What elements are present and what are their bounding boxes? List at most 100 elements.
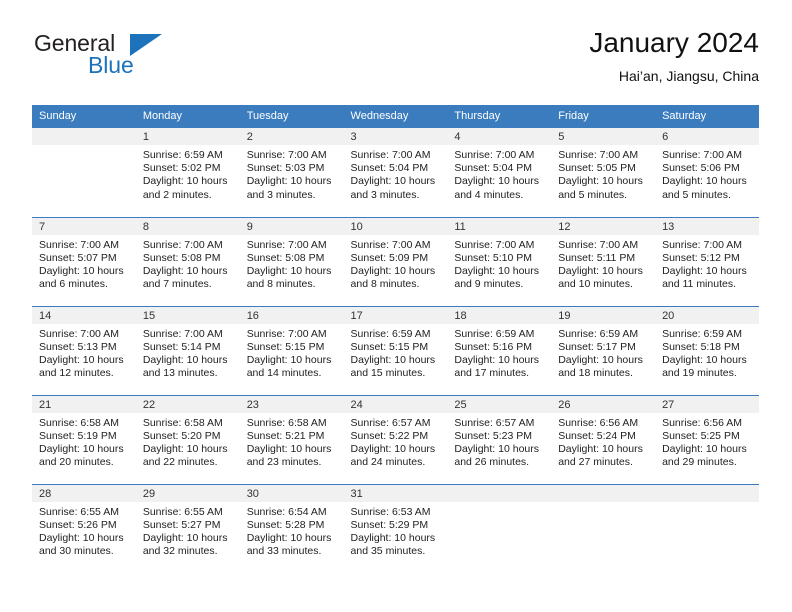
calendar-day-cell[interactable]: 26 Sunrise: 6:56 AM Sunset: 5:24 PM Dayligh… — [551, 394, 656, 484]
calendar-day-cell[interactable]: 20 Sunrise: 6:59 AM Sunset: 5:18 PM Dayligh… — [655, 305, 759, 395]
calendar-day-cell[interactable] — [655, 483, 759, 573]
sunrise-text: Sunrise: 6:58 AM — [142, 416, 223, 429]
calendar-day-cell[interactable]: 24 Sunrise: 6:57 AM Sunset: 5:22 PM Dayligh… — [343, 394, 448, 484]
sunrise-text: Sunrise: 7:00 AM — [558, 149, 639, 161]
sunset-text: Sunset: 5:14 PM — [142, 340, 221, 353]
daylight-text-line1: Daylight: 10 hours — [662, 264, 747, 277]
calendar-week-row: 14 Sunrise: 7:00 AM Sunset: 5:13 PM Dayligh… — [32, 305, 759, 395]
calendar-day-cell[interactable]: 23 Sunrise: 6:58 AM Sunset: 5:21 PM Dayligh… — [239, 394, 344, 484]
calendar-day-cell[interactable]: 29 Sunrise: 6:55 AM Sunset: 5:27 PM Dayligh… — [135, 483, 240, 573]
daylight-text-line2: and 3 minutes. — [350, 188, 420, 201]
sunset-text: Sunset: 5:09 PM — [350, 251, 429, 264]
calendar-day-cell[interactable]: 22 Sunrise: 6:58 AM Sunset: 5:20 PM Dayligh… — [135, 394, 240, 484]
calendar-day-cell[interactable]: 31 Sunrise: 6:53 AM Sunset: 5:29 PM Dayligh… — [343, 483, 448, 573]
calendar-day-cell[interactable]: 5 Sunrise: 7:00 AM Sunset: 5:05 PM Daylight… — [551, 128, 656, 217]
day-number: 6 — [655, 128, 759, 145]
sunset-text: Sunset: 5:05 PM — [558, 162, 636, 175]
day-number: 1 — [135, 128, 240, 145]
brand-name-blue: Blue — [88, 52, 134, 78]
calendar-day-cell[interactable]: 18 Sunrise: 6:59 AM Sunset: 5:16 PM Dayligh… — [447, 305, 552, 395]
calendar-day-cell[interactable]: 28 Sunrise: 6:55 AM Sunset: 5:26 PM Dayligh… — [32, 483, 136, 573]
daylight-text-line2: and 22 minutes. — [142, 456, 218, 469]
day-number — [32, 128, 136, 145]
day-number: 21 — [32, 395, 136, 413]
calendar-day-cell[interactable] — [447, 483, 552, 573]
daylight-text-line2: and 26 minutes. — [454, 456, 530, 469]
day-number: 13 — [655, 217, 759, 235]
daylight-text-line1: Daylight: 10 hours — [350, 531, 436, 544]
daylight-text-line1: Daylight: 10 hours — [558, 175, 643, 188]
sunrise-text: Sunrise: 6:54 AM — [246, 505, 327, 518]
calendar-day-cell[interactable]: 11 Sunrise: 7:00 AM Sunset: 5:10 PM Dayligh… — [447, 216, 552, 306]
sunrise-text: Sunrise: 6:55 AM — [39, 505, 119, 518]
sunrise-text: Sunrise: 6:57 AM — [350, 416, 431, 429]
calendar-day-cell[interactable]: 19 Sunrise: 6:59 AM Sunset: 5:17 PM Dayligh… — [551, 305, 656, 395]
calendar-day-cell[interactable]: 9 Sunrise: 7:00 AM Sunset: 5:08 PM Daylight… — [239, 216, 344, 306]
daylight-text-line1: Daylight: 10 hours — [39, 442, 124, 455]
day-number: 28 — [32, 484, 136, 502]
calendar-day-cell[interactable]: 16 Sunrise: 7:00 AM Sunset: 5:15 PM Dayligh… — [239, 305, 344, 395]
calendar-day-cell[interactable]: 1 Sunrise: 6:59 AM Sunset: 5:02 PM Daylight… — [135, 128, 240, 217]
daylight-text-line1: Daylight: 10 hours — [246, 442, 332, 455]
calendar-day-cell[interactable]: 7 Sunrise: 7:00 AM Sunset: 5:07 PM Daylight… — [32, 216, 136, 306]
daylight-text-line2: and 2 minutes. — [142, 188, 212, 201]
calendar-day-cell[interactable] — [32, 128, 136, 217]
calendar-day-cell[interactable]: 6 Sunrise: 7:00 AM Sunset: 5:06 PM Daylight… — [655, 128, 759, 217]
daylight-text-line2: and 11 minutes. — [662, 278, 736, 291]
calendar-day-cell[interactable]: 8 Sunrise: 7:00 AM Sunset: 5:08 PM Daylight… — [135, 216, 240, 306]
day-number: 30 — [239, 484, 344, 502]
day-number: 15 — [135, 306, 240, 324]
daylight-text-line2: and 10 minutes. — [558, 278, 633, 291]
general-blue-logo[interactable]: General Blue — [32, 26, 232, 88]
weekday-header-sunday: Sunday — [32, 105, 136, 128]
sunset-text: Sunset: 5:03 PM — [246, 162, 325, 175]
sunset-text: Sunset: 5:10 PM — [454, 251, 533, 264]
weekday-header-saturday: Saturday — [655, 105, 759, 128]
calendar-week-row: 1 Sunrise: 6:59 AM Sunset: 5:02 PM Daylight… — [32, 128, 759, 217]
calendar-day-cell[interactable]: 27 Sunrise: 6:56 AM Sunset: 5:25 PM Dayligh… — [655, 394, 759, 484]
calendar-day-cell[interactable]: 12 Sunrise: 7:00 AM Sunset: 5:11 PM Dayligh… — [551, 216, 656, 306]
calendar-day-cell[interactable]: 21 Sunrise: 6:58 AM Sunset: 5:19 PM Dayligh… — [32, 394, 136, 484]
sunset-text: Sunset: 5:29 PM — [350, 518, 429, 531]
daylight-text-line2: and 17 minutes. — [454, 367, 530, 380]
daylight-text-line2: and 18 minutes. — [558, 367, 633, 380]
sunset-text: Sunset: 5:27 PM — [142, 518, 221, 531]
sunrise-text: Sunrise: 6:59 AM — [558, 327, 639, 340]
daylight-text-line2: and 15 minutes. — [350, 367, 426, 380]
calendar-day-cell[interactable]: 4 Sunrise: 7:00 AM Sunset: 5:04 PM Daylight… — [447, 128, 552, 217]
calendar-day-cell[interactable]: 10 Sunrise: 7:00 AM Sunset: 5:09 PM Dayligh… — [343, 216, 448, 306]
day-number — [655, 484, 759, 502]
day-number: 20 — [655, 306, 759, 324]
daylight-text-line1: Daylight: 10 hours — [350, 175, 436, 188]
sunset-text: Sunset: 5:23 PM — [454, 429, 533, 442]
calendar-day-cell[interactable]: 17 Sunrise: 6:59 AM Sunset: 5:15 PM Dayligh… — [343, 305, 448, 395]
sunrise-text: Sunrise: 7:00 AM — [142, 327, 223, 340]
calendar-day-cell[interactable]: 30 Sunrise: 6:54 AM Sunset: 5:28 PM Dayligh… — [239, 483, 344, 573]
daylight-text-line2: and 5 minutes. — [558, 188, 628, 201]
sunset-text: Sunset: 5:28 PM — [246, 518, 325, 531]
calendar-day-cell[interactable]: 25 Sunrise: 6:57 AM Sunset: 5:23 PM Dayligh… — [447, 394, 552, 484]
calendar-day-cell[interactable]: 13 Sunrise: 7:00 AM Sunset: 5:12 PM Dayligh… — [655, 216, 759, 306]
daylight-text-line1: Daylight: 10 hours — [39, 531, 124, 544]
daylight-text-line1: Daylight: 10 hours — [246, 175, 332, 188]
calendar-week-row: 28 Sunrise: 6:55 AM Sunset: 5:26 PM Dayligh… — [32, 483, 759, 573]
daylight-text-line1: Daylight: 10 hours — [350, 442, 436, 455]
calendar-day-cell[interactable]: 15 Sunrise: 7:00 AM Sunset: 5:14 PM Dayligh… — [135, 305, 240, 395]
day-number: 2 — [239, 128, 344, 145]
sunrise-text: Sunrise: 7:00 AM — [454, 238, 535, 251]
daylight-text-line1: Daylight: 10 hours — [454, 353, 540, 366]
calendar-day-cell[interactable]: 3 Sunrise: 7:00 AM Sunset: 5:04 PM Daylight… — [343, 128, 448, 217]
sunrise-text: Sunrise: 6:59 AM — [662, 327, 743, 340]
sunset-text: Sunset: 5:15 PM — [246, 340, 325, 353]
daylight-text-line2: and 32 minutes. — [142, 545, 218, 558]
page-header: General Blue January 2024 Hai’an, Jiangs… — [32, 26, 759, 98]
calendar-day-cell[interactable] — [551, 483, 656, 573]
sunrise-text: Sunrise: 7:00 AM — [558, 238, 639, 251]
daylight-text-line1: Daylight: 10 hours — [662, 353, 747, 366]
calendar-day-cell[interactable]: 2 Sunrise: 7:00 AM Sunset: 5:03 PM Daylight… — [239, 128, 344, 217]
daylight-text-line2: and 19 minutes. — [662, 367, 737, 380]
sunset-text: Sunset: 5:07 PM — [39, 251, 117, 264]
sunrise-text: Sunrise: 7:00 AM — [350, 238, 431, 251]
calendar-day-cell[interactable]: 14 Sunrise: 7:00 AM Sunset: 5:13 PM Dayligh… — [32, 305, 136, 395]
location-subtitle: Hai’an, Jiangsu, China — [618, 68, 759, 84]
